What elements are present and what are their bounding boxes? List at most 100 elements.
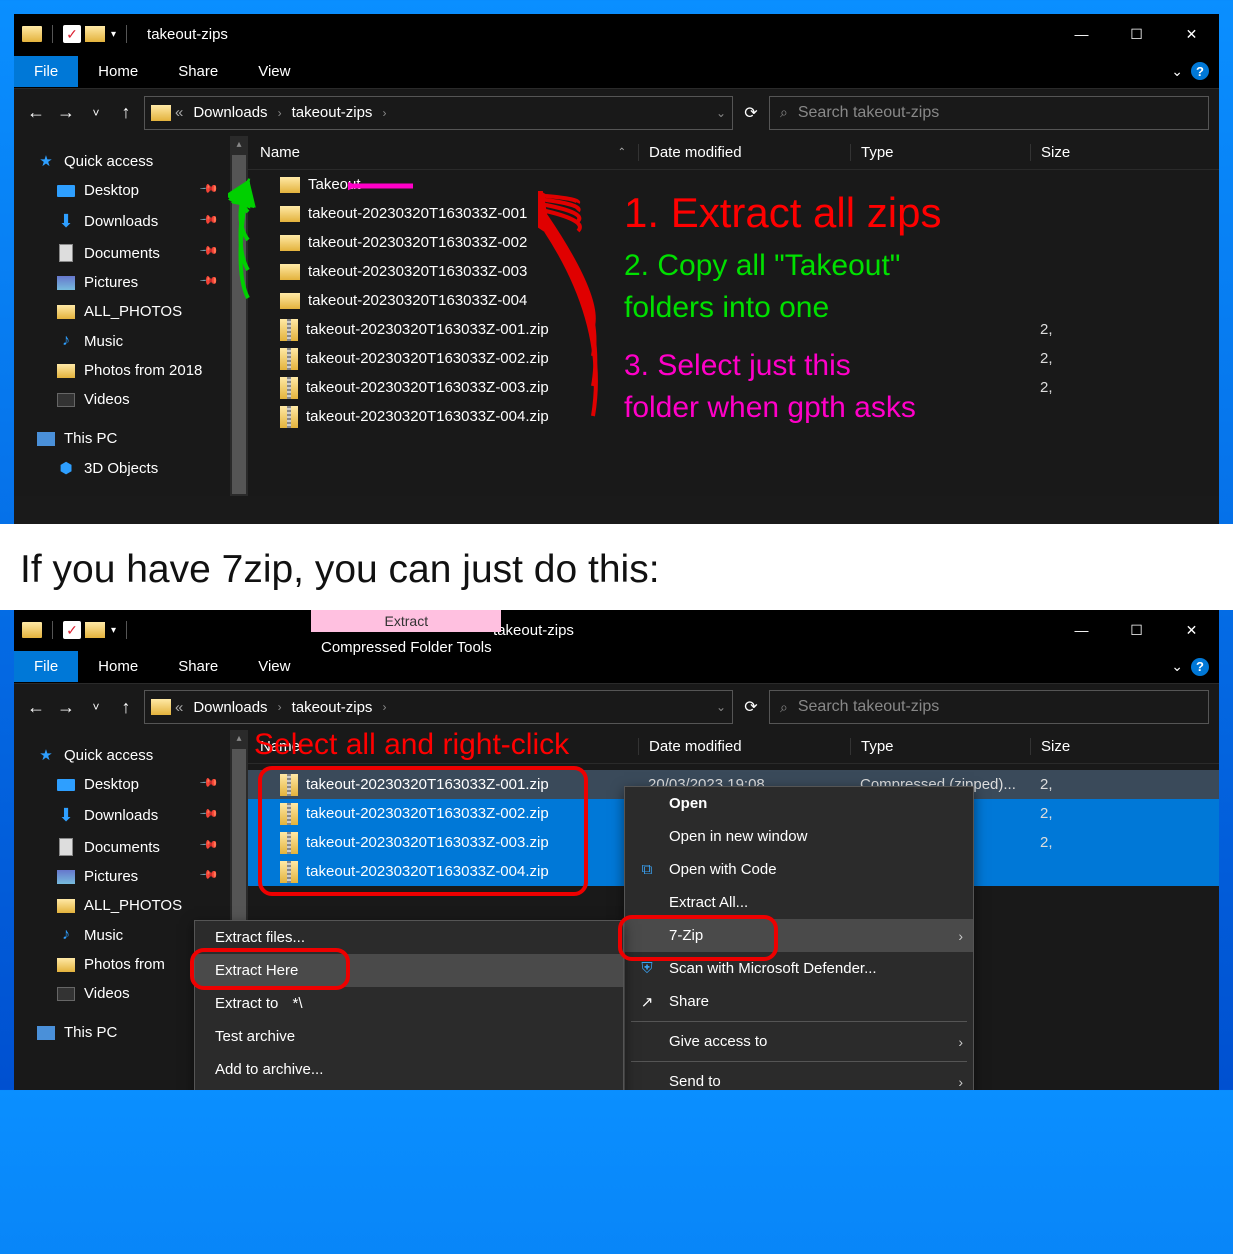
view-tab[interactable]: View <box>238 651 310 682</box>
ctx-give-access[interactable]: Give access to› <box>625 1025 973 1058</box>
extract-tab[interactable]: Compressed Folder Tools <box>309 632 504 663</box>
addr-dropdown-icon[interactable]: ⌄ <box>716 106 726 120</box>
file-row[interactable]: takeout-20230320T163033Z-003.zip2, <box>248 373 1219 402</box>
ctx-open[interactable]: Open <box>625 787 973 820</box>
column-headers[interactable]: Name ⌃ Date modified Type Size <box>248 136 1219 170</box>
sidebar-pictures[interactable]: Pictures📌 <box>14 268 230 297</box>
address-bar[interactable]: « Downloads › takeout-zips › ⌄ <box>144 690 733 724</box>
sidebar-all-photos[interactable]: ALL_PHOTOS <box>14 891 230 920</box>
folder-icon <box>280 235 300 251</box>
sidebar-scrollbar[interactable]: ▴ <box>230 136 248 496</box>
ctx-send-to[interactable]: Send to› <box>625 1065 973 1090</box>
address-bar[interactable]: « Downloads › takeout-zips › ⌄ <box>144 96 733 130</box>
ribbon-collapse-icon[interactable]: ⌄ <box>1171 658 1183 675</box>
col-date[interactable]: Date modified <box>638 144 850 161</box>
file-row[interactable]: takeout-20230320T163033Z-001 <box>248 199 1219 228</box>
nav-up-button[interactable]: ↑ <box>114 102 138 123</box>
breadcrumb-current[interactable]: takeout-zips <box>286 104 379 121</box>
ribbon-collapse-icon[interactable]: ⌄ <box>1171 63 1183 80</box>
col-size[interactable]: Size <box>1030 144 1219 161</box>
addr-overflow[interactable]: « <box>175 104 183 121</box>
pin-icon: 📌 <box>199 178 224 203</box>
nav-forward-button[interactable]: → <box>54 102 78 123</box>
nav-back-button[interactable]: ← <box>24 102 48 123</box>
file-row[interactable]: takeout-20230320T163033Z-002 <box>248 228 1219 257</box>
search-input[interactable]: ⌕ Search takeout-zips <box>769 96 1209 130</box>
home-tab[interactable]: Home <box>78 56 158 87</box>
ql-properties-icon[interactable]: ✓ <box>63 25 81 43</box>
share-tab[interactable]: Share <box>158 651 238 682</box>
sidebar-videos[interactable]: Videos <box>14 385 230 414</box>
7zip-submenu: Extract files... Extract Here Extract to… <box>194 920 624 1090</box>
home-tab[interactable]: Home <box>78 651 158 682</box>
ctx-open-new-window[interactable]: Open in new window <box>625 820 973 853</box>
minimize-button[interactable]: — <box>1054 14 1109 54</box>
window-title: takeout-zips <box>147 26 228 43</box>
ribbon-tabs: File Home Share View ⌄ ? <box>14 54 1219 88</box>
file-name: takeout-20230320T163033Z-003.zip <box>306 379 549 396</box>
col-type[interactable]: Type <box>850 144 1030 161</box>
maximize-button[interactable]: ☐ <box>1109 610 1164 650</box>
nav-forward-button[interactable]: → <box>54 697 78 718</box>
sidebar-photos-2018[interactable]: Photos from 2018 <box>14 356 230 385</box>
file-row[interactable]: takeout-20230320T163033Z-004.zip <box>248 402 1219 431</box>
ctx-test-archive[interactable]: Test archive <box>195 1020 623 1053</box>
help-button[interactable]: ? <box>1191 62 1209 80</box>
sort-indicator-icon: ⌃ <box>618 147 626 158</box>
file-row[interactable]: Takeout <box>248 170 1219 199</box>
ctx-compress-email[interactable]: Compress and email <box>195 1086 623 1090</box>
view-tab[interactable]: View <box>238 56 310 87</box>
sidebar-all-photos[interactable]: ALL_PHOTOS <box>14 297 230 326</box>
sidebar-3d-objects[interactable]: ⬢3D Objects <box>14 453 230 483</box>
ql-folder-icon <box>22 622 42 638</box>
ql-folder2-icon[interactable] <box>85 26 105 42</box>
file-tab[interactable]: File <box>14 651 78 682</box>
file-tab[interactable]: File <box>14 56 78 87</box>
ctx-add-archive[interactable]: Add to archive... <box>195 1053 623 1086</box>
sidebar-this-pc[interactable]: This PC <box>14 424 230 453</box>
breadcrumb-downloads[interactable]: Downloads <box>187 104 273 121</box>
refresh-button[interactable]: ⟳ <box>739 103 763 123</box>
ql-dropdown-icon[interactable]: ▾ <box>111 29 116 40</box>
ql-dropdown-icon[interactable]: ▾ <box>111 625 116 636</box>
sidebar-desktop[interactable]: Desktop📌 <box>14 770 230 799</box>
close-button[interactable]: ✕ <box>1164 610 1219 650</box>
chevron-right-icon[interactable]: › <box>382 106 386 120</box>
ctx-extract-to[interactable]: Extract to *\ <box>195 987 623 1020</box>
sidebar-quick-access[interactable]: ★Quick access <box>14 740 230 770</box>
column-headers[interactable]: Name Date modified Type Size <box>248 730 1219 764</box>
sidebar-documents[interactable]: Documents📌 <box>14 238 230 268</box>
refresh-button[interactable]: ⟳ <box>739 697 763 717</box>
nav-back-button[interactable]: ← <box>24 697 48 718</box>
close-button[interactable]: ✕ <box>1164 14 1219 54</box>
file-row[interactable]: takeout-20230320T163033Z-003 <box>248 257 1219 286</box>
nav-history-dropdown[interactable]: ˅ <box>84 106 108 120</box>
nav-up-button[interactable]: ↑ <box>114 697 138 718</box>
sidebar-downloads[interactable]: ⬇Downloads📌 <box>14 799 230 832</box>
file-row[interactable]: takeout-20230320T163033Z-002.zip2, <box>248 344 1219 373</box>
col-name[interactable]: Name <box>260 144 300 161</box>
addr-dropdown-icon[interactable]: ⌄ <box>716 700 726 714</box>
sidebar-quick-access[interactable]: ★Quick access <box>14 146 230 176</box>
search-input[interactable]: ⌕ Search takeout-zips <box>769 690 1209 724</box>
sidebar-downloads[interactable]: ⬇Downloads📌 <box>14 205 230 238</box>
file-row[interactable]: takeout-20230320T163033Z-004 <box>248 286 1219 315</box>
ctx-open-with-code[interactable]: ⧉Open with Code <box>625 853 973 886</box>
breadcrumb-downloads[interactable]: Downloads <box>187 699 273 716</box>
maximize-button[interactable]: ☐ <box>1109 14 1164 54</box>
sidebar-documents[interactable]: Documents📌 <box>14 832 230 862</box>
zip-icon <box>280 319 298 341</box>
ctx-share[interactable]: ↗Share <box>625 985 973 1018</box>
minimize-button[interactable]: — <box>1054 610 1109 650</box>
sidebar-music[interactable]: ♪Music <box>14 326 230 356</box>
breadcrumb-current[interactable]: takeout-zips <box>286 699 379 716</box>
ql-folder2-icon[interactable] <box>85 622 105 638</box>
file-row[interactable]: takeout-20230320T163033Z-001.zip2, <box>248 315 1219 344</box>
sidebar-pictures[interactable]: Pictures📌 <box>14 862 230 891</box>
sidebar-desktop[interactable]: Desktop📌 <box>14 176 230 205</box>
share-tab[interactable]: Share <box>158 56 238 87</box>
ql-properties-icon[interactable]: ✓ <box>63 621 81 639</box>
help-button[interactable]: ? <box>1191 658 1209 676</box>
chevron-right-icon[interactable]: › <box>278 106 282 120</box>
nav-history-dropdown[interactable]: ˅ <box>84 700 108 714</box>
